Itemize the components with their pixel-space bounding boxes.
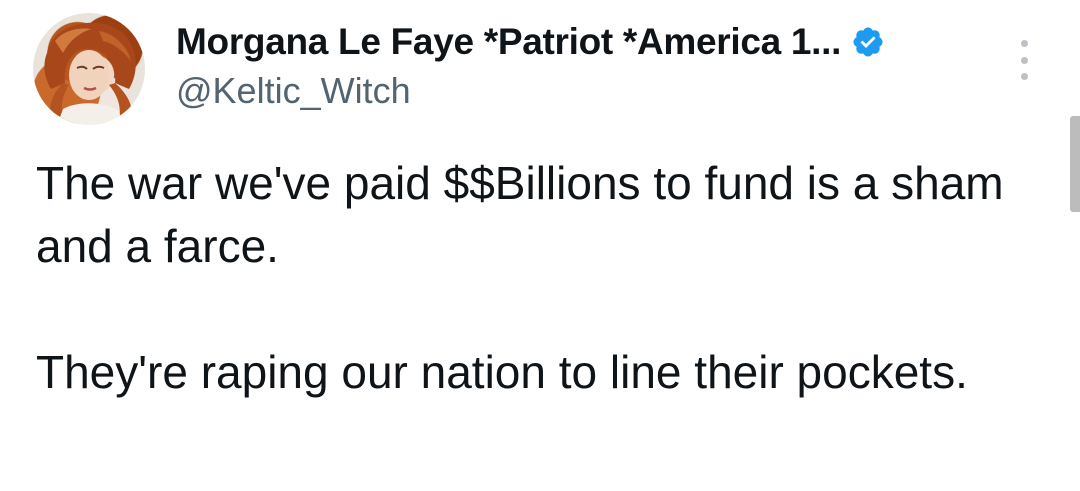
tweet-text: The war we've paid $$Billions to fund is… (36, 152, 1036, 404)
tweet-paragraph: The war we've paid $$Billions to fund is… (36, 157, 1004, 272)
tweet-header: Morgana Le Faye *Patriot *America 1... @… (176, 20, 885, 112)
tweet-card: Morgana Le Faye *Patriot *America 1... @… (0, 0, 1080, 491)
scrollbar-thumb[interactable] (1070, 116, 1080, 212)
name-row: Morgana Le Faye *Patriot *America 1... (176, 20, 885, 64)
verified-badge-icon (851, 25, 885, 59)
avatar-portrait-icon (44, 22, 136, 125)
more-options-icon[interactable] (1016, 40, 1032, 80)
avatar[interactable] (33, 13, 145, 125)
more-dot (1020, 40, 1028, 47)
more-dot (1020, 73, 1028, 80)
more-dot (1020, 56, 1028, 64)
author-handle[interactable]: @Keltic_Witch (176, 70, 885, 112)
author-display-name[interactable]: Morgana Le Faye *Patriot *America 1... (176, 21, 841, 63)
tweet-paragraph: They're raping our nation to line their … (36, 346, 968, 398)
